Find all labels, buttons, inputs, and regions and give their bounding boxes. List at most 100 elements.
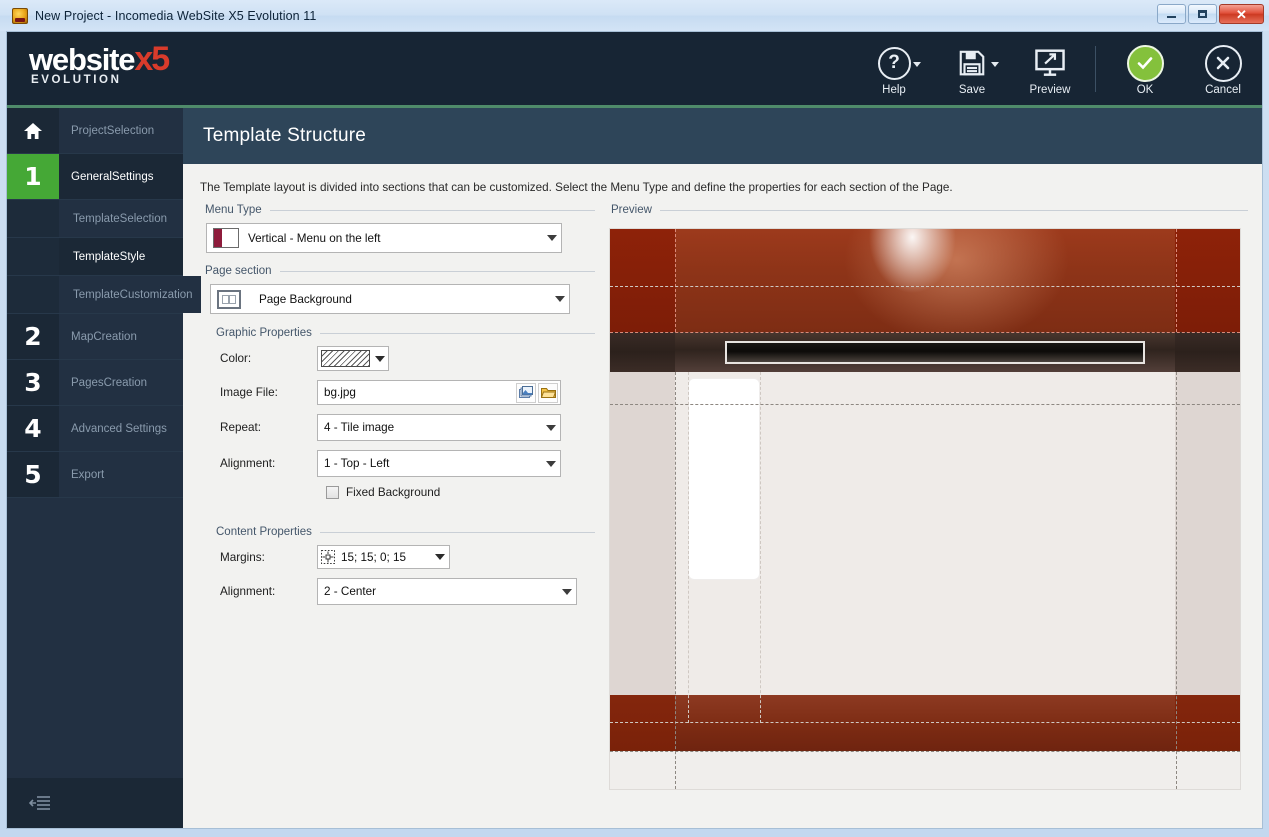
guide-line — [610, 404, 1240, 405]
minimize-icon — [1167, 10, 1176, 18]
minimize-button[interactable] — [1157, 4, 1186, 24]
sidebar-item-label: Pages Creation — [59, 360, 183, 405]
sidebar-item-label: Template Selection — [59, 200, 183, 237]
image-file-input[interactable] — [324, 386, 514, 399]
step-badge-empty — [7, 276, 59, 313]
alignment-select[interactable]: 1 - Top - Left — [317, 450, 561, 477]
step-badge-empty — [7, 200, 59, 237]
sidebar-item-general-settings[interactable]: 1 General Settings — [7, 154, 183, 200]
app-frame: websitex5 EVOLUTION ? Help Save Preview … — [6, 31, 1263, 829]
repeat-select[interactable]: 4 - Tile image — [317, 414, 561, 441]
cancel-button[interactable]: Cancel — [1184, 40, 1262, 96]
image-library-icon[interactable] — [516, 382, 536, 403]
help-label: Help — [882, 84, 906, 96]
guide-line — [610, 751, 1240, 752]
guide-line — [610, 332, 1240, 333]
main-panel: Template Structure The Template layout i… — [183, 108, 1262, 828]
collapse-sidebar-button[interactable] — [7, 778, 183, 828]
legend-text: Preview — [611, 204, 652, 216]
fixed-background-checkbox[interactable] — [326, 486, 339, 499]
ok-button[interactable]: OK — [1106, 40, 1184, 96]
close-icon: ✕ — [1236, 6, 1247, 22]
content-alignment-select[interactable]: 2 - Center — [317, 578, 577, 605]
brand-name: website — [29, 41, 136, 77]
step-badge-empty — [7, 238, 59, 275]
help-button[interactable]: ? Help — [855, 40, 933, 96]
close-button[interactable]: ✕ — [1219, 4, 1264, 24]
sidebar-item-template-style[interactable]: Template Style — [7, 238, 183, 276]
floppy-disk-icon — [957, 44, 987, 82]
preview-button[interactable]: Preview — [1011, 40, 1089, 96]
content-columns: Menu Type Vertical - Menu on the left Pa… — [183, 198, 1262, 828]
preview-footer-texture — [675, 695, 1175, 751]
chevron-down-icon — [555, 296, 565, 302]
guide-line — [675, 229, 676, 332]
chevron-down-icon[interactable] — [991, 62, 999, 67]
brand-subtitle: EVOLUTION — [31, 73, 122, 86]
repeat-row: Repeat: 4 - Tile image — [211, 414, 595, 441]
monitor-icon — [1034, 44, 1066, 82]
legend-text: Content Properties — [216, 526, 312, 538]
preview-body — [610, 372, 1240, 723]
page-section-group: Page section Page Background — [200, 265, 595, 314]
sidebar-item-project-selection[interactable]: Project Selection — [7, 108, 183, 154]
title-bar: New Project - Incomedia WebSite X5 Evolu… — [0, 0, 1269, 31]
fixed-background-row[interactable]: Fixed Background — [211, 486, 595, 499]
chevron-down-icon[interactable] — [913, 62, 921, 67]
maximize-button[interactable] — [1188, 4, 1217, 24]
step-badge-2: 2 — [7, 314, 59, 359]
sidebar-item-template-customization[interactable]: Template Customization — [7, 276, 201, 314]
preview-legend: Preview — [609, 204, 1248, 216]
brand-logo: websitex5 EVOLUTION — [25, 41, 195, 97]
toolbar-divider — [1095, 46, 1096, 92]
guide-line — [1176, 372, 1177, 789]
fixed-background-label: Fixed Background — [346, 486, 441, 499]
margins-label: Margins: — [220, 550, 265, 564]
sidebar-item-advanced-settings[interactable]: 4 Advanced Settings — [7, 406, 183, 452]
menu-type-select[interactable]: Vertical - Menu on the left — [206, 223, 562, 253]
template-preview[interactable] — [609, 228, 1241, 790]
body: Project Selection 1 General Settings Templ… — [7, 108, 1262, 828]
save-button[interactable]: Save — [933, 40, 1011, 96]
guide-line — [610, 722, 1240, 723]
step-badge-3: 3 — [7, 360, 59, 405]
legend-rule — [269, 209, 595, 211]
sidebar-item-pages-creation[interactable]: 3 Pages Creation — [7, 360, 183, 406]
vertical-menu-icon — [213, 228, 239, 248]
guide-line — [1176, 229, 1177, 332]
sidebar-item-label: Project Selection — [59, 108, 183, 153]
preview-header-left — [610, 229, 675, 332]
legend-rule — [319, 332, 595, 334]
preview-column: Preview — [609, 204, 1248, 818]
legend-rule — [659, 209, 1248, 211]
guide-line — [688, 372, 689, 723]
menu-type-group: Menu Type Vertical - Menu on the left — [200, 204, 595, 253]
chevron-down-icon — [375, 355, 385, 362]
sidebar-item-export[interactable]: 5 Export — [7, 452, 183, 498]
margins-icon — [321, 550, 335, 564]
preview-footer — [610, 695, 1240, 751]
sidebar-item-label: Template Customization — [59, 276, 201, 313]
sidebar-item-label: Map Creation — [59, 314, 183, 359]
color-row: Color: — [211, 346, 595, 371]
legend-rule — [279, 270, 595, 272]
open-folder-icon[interactable] — [538, 382, 558, 403]
chevron-down-icon — [435, 554, 445, 560]
sidebar-item-map-creation[interactable]: 2 Map Creation — [7, 314, 183, 360]
legend-text: Page section — [205, 265, 272, 277]
page-description: The Template layout is divided into sect… — [200, 181, 953, 194]
maximize-icon — [1198, 10, 1207, 18]
step-badge-5: 5 — [7, 452, 59, 497]
preview-header — [610, 229, 1240, 332]
page-section-select[interactable]: Page Background — [210, 284, 570, 314]
page-section-value: Page Background — [259, 292, 352, 306]
color-picker[interactable] — [317, 346, 389, 371]
sidebar-item-template-selection[interactable]: Template Selection — [7, 200, 183, 238]
image-file-field[interactable] — [317, 380, 561, 405]
preview-label: Preview — [1029, 84, 1071, 96]
content-properties-legend: Content Properties — [211, 526, 595, 538]
top-toolbar: ? Help Save Preview OK Cancel — [855, 32, 1262, 105]
page-header: Template Structure — [183, 108, 1262, 164]
margins-value: 15; 15; 0; 15 — [341, 550, 406, 564]
margins-field[interactable]: 15; 15; 0; 15 — [317, 545, 450, 569]
